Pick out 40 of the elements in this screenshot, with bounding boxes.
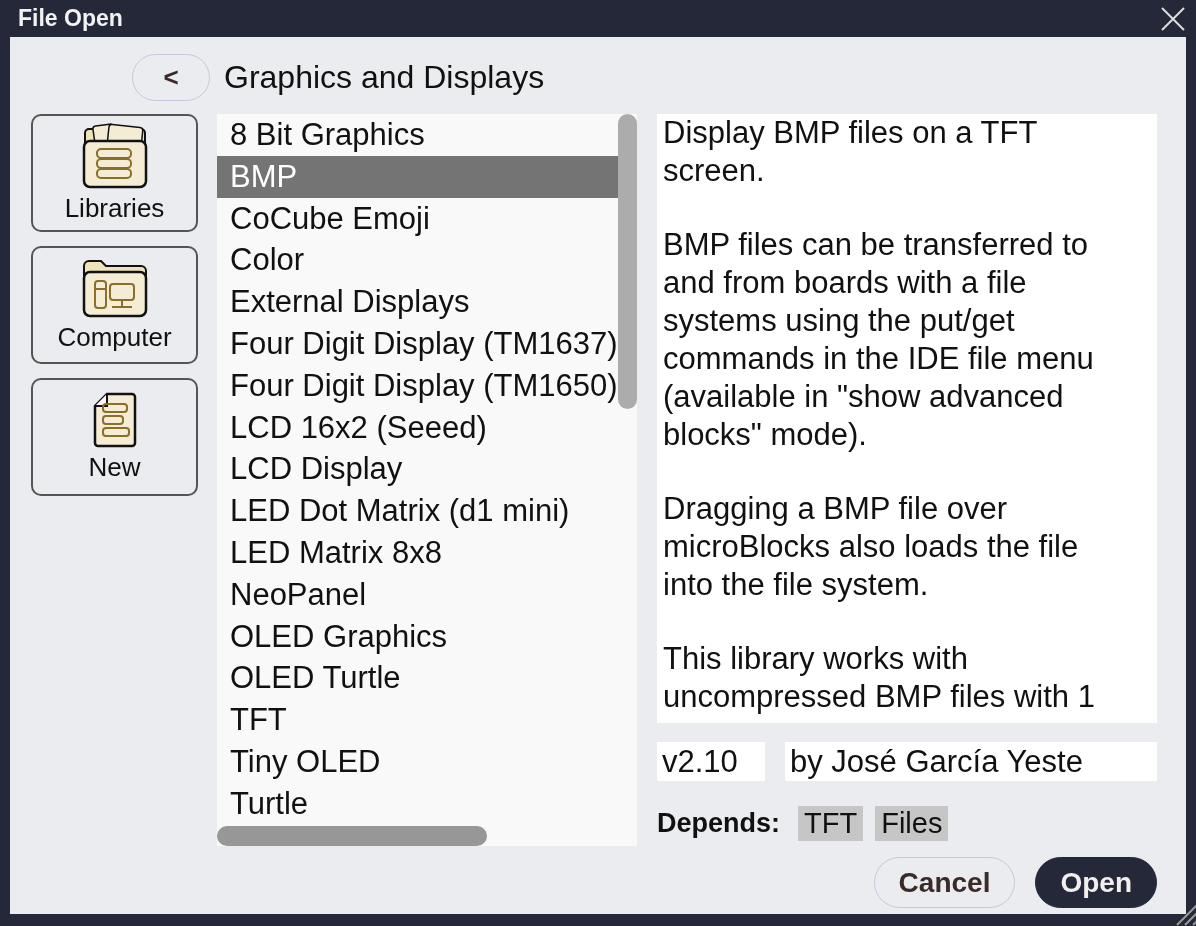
- open-button[interactable]: Open: [1035, 857, 1157, 908]
- back-button[interactable]: <: [132, 54, 210, 101]
- list-item[interactable]: TFT: [217, 699, 618, 741]
- close-icon[interactable]: [1160, 5, 1186, 32]
- dependency-tag[interactable]: Files: [875, 806, 949, 841]
- author-field: by José García Yeste: [785, 742, 1157, 781]
- list-item[interactable]: LED Matrix 8x8: [217, 531, 618, 574]
- description-text: Dragging a BMP file over microBlocks also loads the file into the file system.: [663, 490, 1080, 604]
- folder-title: Graphics and Displays: [224, 59, 545, 96]
- list-item[interactable]: OLED Graphics: [217, 615, 618, 658]
- version-field: v2.10: [657, 742, 765, 781]
- list-item[interactable]: Four Digit Display (TM1650): [217, 364, 618, 407]
- description-text: This library works with uncompressed BMP files with 1: [663, 640, 1096, 716]
- list-item[interactable]: LCD Display: [217, 448, 618, 491]
- description-text: BMP files can be transferred to and from boards with a file systems using the put/get commands in the IDE file menu (available in "show advanced blocks" mode).: [663, 226, 1095, 454]
- cancel-button[interactable]: Cancel: [873, 857, 1016, 908]
- description-text: Display BMP files on a TFT screen.: [663, 114, 1038, 190]
- list-item[interactable]: OLED Turtle: [217, 657, 618, 700]
- document-blocks-icon: [92, 391, 137, 448]
- list-item[interactable]: External Displays: [217, 281, 618, 323]
- folder-computer-icon: [81, 257, 148, 318]
- window-title: File Open: [18, 5, 123, 32]
- horizontal-scrollbar[interactable]: [217, 826, 487, 846]
- list-item[interactable]: Tiny OLED: [217, 740, 618, 783]
- folder-books-icon: [81, 122, 148, 189]
- depends-label: Depends:: [657, 808, 781, 839]
- sidebar-button[interactable]: Libraries: [31, 114, 198, 232]
- sidebar-button[interactable]: New: [31, 378, 198, 496]
- sidebar-button[interactable]: Computer: [31, 246, 198, 364]
- list-item[interactable]: NeoPanel: [217, 573, 618, 616]
- list-item[interactable]: CoCube Emoji: [217, 197, 618, 240]
- list-item[interactable]: 8 Bit Graphics: [217, 114, 618, 156]
- vertical-scrollbar[interactable]: [618, 114, 637, 409]
- list-item[interactable]: Color: [217, 239, 618, 282]
- list-item[interactable]: BMP: [217, 155, 618, 198]
- dependency-tag[interactable]: TFT: [798, 806, 864, 841]
- list-item[interactable]: Four Digit Display (TM1637): [217, 323, 618, 365]
- list-item[interactable]: Turtle: [217, 782, 618, 825]
- list-item[interactable]: LED Dot Matrix (d1 mini): [217, 490, 618, 532]
- list-item[interactable]: LCD 16x2 (Seeed): [217, 406, 618, 449]
